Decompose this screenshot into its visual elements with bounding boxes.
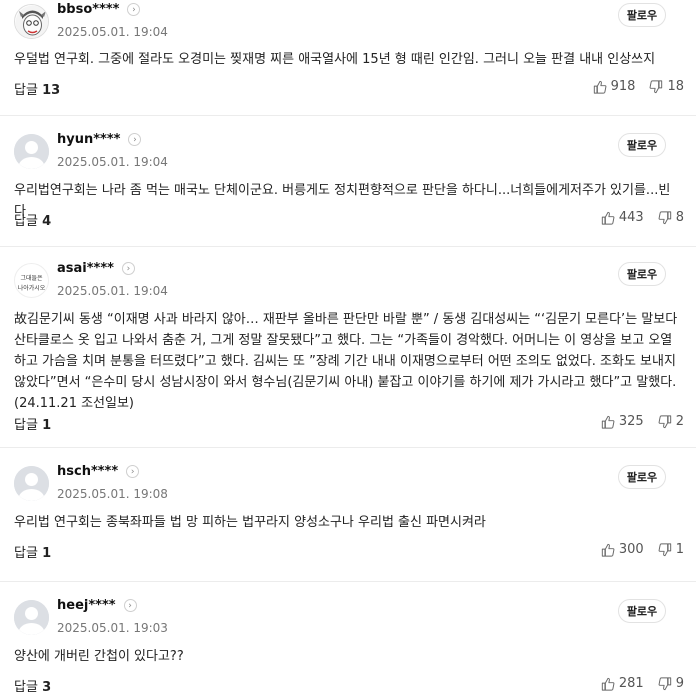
comment-list: bbso**** › 2025.05.01. 19:04 팔로우 우덜법 연구회… bbox=[0, 0, 696, 697]
reply-count: 1 bbox=[42, 546, 52, 561]
username[interactable]: heej**** bbox=[57, 598, 116, 613]
comment-text: 우리법 연구회는 종북좌파들 법 망 피하는 법꾸라지 양성소구나 우리법 출신… bbox=[14, 515, 486, 530]
comment-item: bbso**** › 2025.05.01. 19:04 팔로우 우덜법 연구회… bbox=[0, 0, 696, 116]
cartoon-avatar-icon bbox=[15, 5, 48, 38]
default-avatar-icon bbox=[14, 600, 49, 635]
comment-item: hyun**** › 2025.05.01. 19:04 팔로우 우리법연구회는… bbox=[0, 116, 696, 247]
reply-button[interactable]: 답글 3 bbox=[14, 676, 51, 695]
reply-label: 답글 bbox=[14, 680, 43, 695]
follow-button[interactable]: 팔로우 bbox=[618, 3, 666, 27]
comment-item: heej**** › 2025.05.01. 19:03 팔로우 양산에 개버린… bbox=[0, 582, 696, 697]
comment-text: 우덜법 연구회. 그중에 절라도 오경미는 찢재명 찌른 애국열사에 15년 형… bbox=[14, 52, 656, 67]
follow-button[interactable]: 팔로우 bbox=[618, 465, 666, 489]
comment-text: 우리법연구회는 나라 좀 먹는 매국노 단체이군요. 버릉게도 정치편향적으로 … bbox=[14, 183, 671, 219]
username[interactable]: asai**** bbox=[57, 261, 114, 276]
thumbs-down-icon bbox=[658, 210, 671, 224]
follow-button[interactable]: 팔로우 bbox=[618, 599, 666, 623]
vote-area: 300 1 bbox=[587, 542, 684, 557]
default-avatar-icon bbox=[14, 466, 49, 501]
reply-count: 4 bbox=[42, 214, 52, 229]
dislike-count: 9 bbox=[675, 676, 684, 691]
reply-count: 1 bbox=[42, 418, 52, 433]
avatar[interactable] bbox=[14, 466, 49, 501]
vote-area: 325 2 bbox=[587, 414, 684, 429]
comment-date: 2025.05.01. 19:03 bbox=[57, 621, 168, 635]
dislike-count: 8 bbox=[675, 210, 684, 225]
comment-item: 그대들은 나아가시오 asai**** › 2025.05.01. 19:04 … bbox=[0, 247, 696, 448]
vote-area: 918 18 bbox=[579, 79, 684, 94]
user-row: hyun**** › bbox=[57, 132, 142, 147]
avatar[interactable]: 그대들은 나아가시오 bbox=[14, 263, 49, 298]
chevron-right-icon[interactable]: › bbox=[121, 262, 135, 275]
dislike-count: 18 bbox=[667, 79, 684, 94]
chevron-right-icon[interactable]: › bbox=[123, 599, 137, 612]
comment-date: 2025.05.01. 19:04 bbox=[57, 25, 168, 39]
avatar[interactable] bbox=[14, 600, 49, 635]
like-button[interactable]: 918 bbox=[593, 79, 636, 94]
username[interactable]: bbso**** bbox=[57, 2, 119, 17]
like-button[interactable]: 325 bbox=[601, 414, 644, 429]
thumbs-up-icon bbox=[593, 80, 607, 94]
user-row: bbso**** › bbox=[57, 2, 141, 17]
thumbs-down-icon bbox=[658, 542, 671, 556]
thumbs-down-icon bbox=[650, 79, 663, 93]
like-button[interactable]: 443 bbox=[601, 210, 644, 225]
reply-count: 3 bbox=[42, 680, 52, 695]
thumbs-down-icon bbox=[658, 414, 671, 428]
like-count: 300 bbox=[618, 542, 644, 557]
avatar-text-line: 그대들은 bbox=[20, 275, 43, 282]
reply-button[interactable]: 답글 4 bbox=[14, 210, 51, 229]
thumbs-up-icon bbox=[601, 543, 615, 557]
comment-item: hsch**** › 2025.05.01. 19:08 팔로우 우리법 연구회… bbox=[0, 448, 696, 582]
vote-area: 443 8 bbox=[587, 210, 684, 225]
like-count: 281 bbox=[618, 676, 644, 691]
reply-label: 답글 bbox=[14, 83, 43, 98]
comment-date: 2025.05.01. 19:04 bbox=[57, 284, 168, 298]
avatar[interactable] bbox=[14, 134, 49, 169]
reply-button[interactable]: 답글 1 bbox=[14, 542, 51, 561]
thumbs-up-icon bbox=[601, 211, 615, 225]
comment-date: 2025.05.01. 19:04 bbox=[57, 155, 168, 169]
username[interactable]: hsch**** bbox=[57, 464, 118, 479]
chevron-right-icon[interactable]: › bbox=[127, 3, 141, 16]
reply-label: 답글 bbox=[14, 418, 43, 433]
comment-date: 2025.05.01. 19:08 bbox=[57, 487, 168, 501]
dislike-button[interactable]: 1 bbox=[658, 542, 684, 557]
dislike-count: 1 bbox=[675, 542, 684, 557]
vote-area: 281 9 bbox=[587, 676, 684, 691]
comment-text: 故김문기씨 동생 “이재명 사과 바라지 않아… 재판부 올바른 판단만 바랄 … bbox=[14, 312, 678, 411]
user-row: hsch**** › bbox=[57, 464, 140, 479]
user-row: asai**** › bbox=[57, 261, 135, 276]
reply-label: 답글 bbox=[14, 546, 43, 561]
chevron-right-icon[interactable]: › bbox=[128, 133, 142, 146]
avatar[interactable] bbox=[14, 4, 49, 39]
follow-button[interactable]: 팔로우 bbox=[618, 262, 666, 286]
like-button[interactable]: 281 bbox=[601, 676, 644, 691]
dislike-button[interactable]: 2 bbox=[658, 414, 684, 429]
comment-text: 양산에 개버린 간첩이 있다고?? bbox=[14, 649, 184, 664]
like-count: 443 bbox=[618, 210, 644, 225]
thumbs-up-icon bbox=[601, 415, 615, 429]
follow-button[interactable]: 팔로우 bbox=[618, 133, 666, 157]
chevron-right-icon[interactable]: › bbox=[126, 465, 140, 478]
like-count: 918 bbox=[610, 79, 636, 94]
reply-button[interactable]: 답글 1 bbox=[14, 414, 51, 433]
dislike-button[interactable]: 8 bbox=[658, 210, 684, 225]
user-row: heej**** › bbox=[57, 598, 137, 613]
thumbs-up-icon bbox=[601, 677, 615, 691]
username[interactable]: hyun**** bbox=[57, 132, 120, 147]
thumbs-down-icon bbox=[658, 676, 671, 690]
reply-label: 답글 bbox=[14, 214, 43, 229]
reply-count: 13 bbox=[42, 83, 61, 98]
dislike-count: 2 bbox=[675, 414, 684, 429]
like-button[interactable]: 300 bbox=[601, 542, 644, 557]
avatar-text-line: 나아가시오 bbox=[17, 285, 46, 292]
default-avatar-icon bbox=[14, 134, 49, 169]
reply-button[interactable]: 답글 13 bbox=[14, 79, 60, 98]
like-count: 325 bbox=[618, 414, 644, 429]
dislike-button[interactable]: 9 bbox=[658, 676, 684, 691]
dislike-button[interactable]: 18 bbox=[649, 79, 684, 94]
